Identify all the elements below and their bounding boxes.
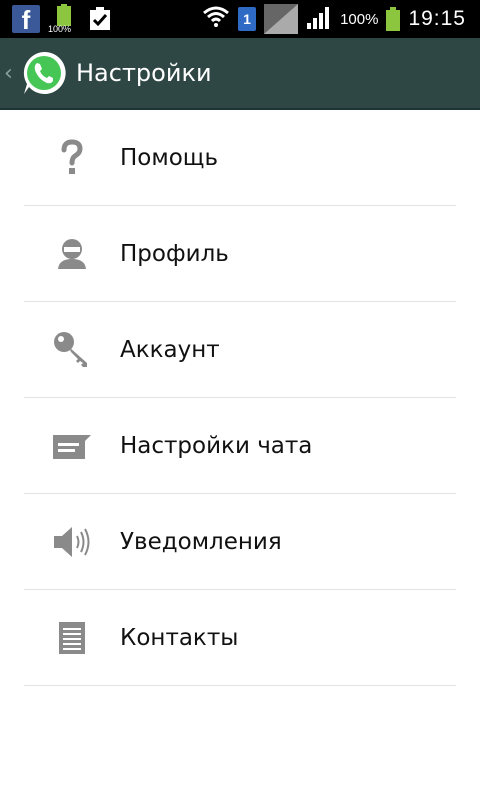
help-icon bbox=[24, 110, 120, 206]
wifi-icon bbox=[202, 4, 230, 34]
sim-icon: 1 bbox=[238, 7, 257, 31]
menu-item-help[interactable]: Помощь bbox=[24, 110, 456, 206]
clock: 19:15 bbox=[408, 7, 466, 30]
battery-percent: 100% bbox=[340, 10, 379, 28]
page-title: Настройки bbox=[76, 59, 212, 87]
settings-menu: Помощь Профиль Аккаунт Настройки чата Ув… bbox=[24, 110, 456, 686]
facebook-icon: f bbox=[12, 5, 40, 33]
notification-battery-text: 100% bbox=[48, 24, 72, 34]
battery-notification-icon: 100% bbox=[48, 4, 78, 34]
status-bar: f 100% 1 100% 19:15 bbox=[0, 0, 480, 38]
menu-item-label: Помощь bbox=[120, 144, 219, 171]
profile-icon bbox=[24, 206, 120, 302]
chat-icon bbox=[24, 398, 120, 494]
menu-item-label: Профиль bbox=[120, 240, 229, 267]
menu-item-label: Уведомления bbox=[120, 528, 282, 555]
menu-item-profile[interactable]: Профиль bbox=[24, 206, 456, 302]
menu-item-label: Контакты bbox=[120, 624, 239, 651]
system-icons: 1 100% 19:15 bbox=[202, 4, 466, 34]
menu-item-chat-settings[interactable]: Настройки чата bbox=[24, 398, 456, 494]
battery-icon bbox=[386, 7, 401, 31]
back-chevron-icon[interactable]: ‹ bbox=[4, 61, 16, 86]
notification-icons: f 100% bbox=[12, 4, 112, 34]
signal-icon bbox=[306, 5, 332, 33]
speaker-icon bbox=[24, 494, 120, 590]
menu-item-account[interactable]: Аккаунт bbox=[24, 302, 456, 398]
action-bar: ‹ Настройки bbox=[0, 38, 480, 110]
contacts-icon bbox=[24, 590, 120, 686]
no-data-icon bbox=[264, 4, 299, 34]
menu-item-label: Настройки чата bbox=[120, 432, 313, 459]
menu-item-label: Аккаунт bbox=[120, 336, 220, 363]
menu-item-contacts[interactable]: Контакты bbox=[24, 590, 456, 686]
key-icon bbox=[24, 302, 120, 398]
whatsapp-logo[interactable] bbox=[20, 49, 68, 97]
clipboard-check-icon bbox=[88, 6, 112, 32]
menu-item-notifications[interactable]: Уведомления bbox=[24, 494, 456, 590]
